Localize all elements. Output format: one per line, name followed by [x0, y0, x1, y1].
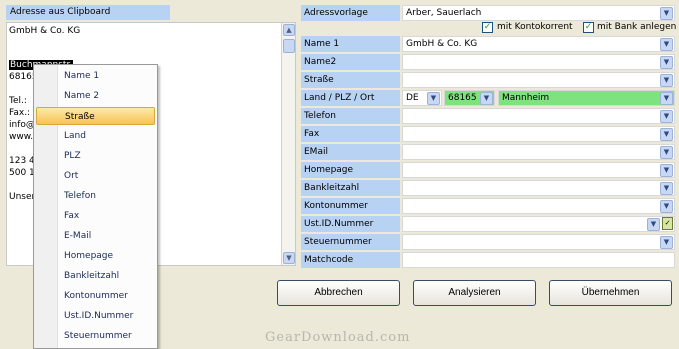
template-dropdown-icon[interactable]: ▼ — [660, 7, 673, 20]
menu-item-name1[interactable]: Name 1 — [36, 67, 155, 85]
scroll-down-icon[interactable]: ▼ — [283, 252, 295, 264]
dropdown-icon[interactable]: ▼ — [660, 200, 673, 213]
field-email[interactable] — [402, 144, 675, 160]
template-select[interactable]: Arber, Sauerlach — [402, 5, 675, 21]
ustid-check-icon[interactable]: ✓ — [662, 217, 673, 230]
apply-button[interactable]: Übernehmen — [549, 280, 672, 306]
label-telefon: Telefon — [301, 108, 400, 124]
label-homepage: Homepage — [301, 162, 400, 178]
bank-label: mit Bank anlegen — [597, 22, 677, 32]
label-matchcode: Matchcode — [301, 252, 400, 268]
label-steuernummer: Steuernummer — [301, 234, 400, 250]
label-name1: Name 1 — [301, 36, 400, 52]
field-bankleitzahl[interactable] — [402, 180, 675, 196]
watermark: GearDownload.com — [265, 330, 411, 345]
bank-checkbox[interactable]: ✓ — [583, 22, 594, 33]
field-matchcode[interactable] — [402, 252, 675, 268]
menu-item-plz[interactable]: PLZ — [36, 147, 155, 165]
land-dropdown-icon[interactable]: ▼ — [427, 92, 440, 105]
scroll-thumb[interactable] — [283, 39, 295, 53]
dropdown-icon[interactable]: ▼ — [660, 128, 673, 141]
clip-line: Fax.: — [9, 108, 31, 118]
field-steuernummer[interactable] — [402, 234, 675, 250]
field-kontonummer[interactable] — [402, 198, 675, 214]
dropdown-icon[interactable]: ▼ — [660, 146, 673, 159]
dropdown-icon[interactable]: ▼ — [660, 74, 673, 87]
menu-item-homepage[interactable]: Homepage — [36, 247, 155, 265]
clip-line: 123 4 — [9, 156, 35, 166]
menu-item-fax[interactable]: Fax — [36, 207, 155, 225]
cancel-button[interactable]: Abbrechen — [277, 280, 400, 306]
menu-item-name2[interactable]: Name 2 — [36, 87, 155, 105]
field-name1[interactable]: GmbH & Co. KG — [402, 36, 675, 52]
menu-item-ort[interactable]: Ort — [36, 167, 155, 185]
template-label: Adressvorlage — [301, 5, 400, 21]
clip-line: info@ — [9, 120, 35, 130]
menu-item-kontonummer[interactable]: Kontonummer — [36, 287, 155, 305]
dropdown-icon[interactable]: ▼ — [660, 164, 673, 177]
dropdown-icon[interactable]: ▼ — [660, 182, 673, 195]
field-ort[interactable]: Mannheim — [498, 90, 675, 106]
label-email: EMail — [301, 144, 400, 160]
plz-dropdown-icon[interactable]: ▼ — [480, 92, 493, 105]
label-strasse: Straße — [301, 72, 400, 88]
kontokorrent-label: mit Kontokorrent — [497, 22, 573, 32]
dropdown-icon[interactable]: ▼ — [660, 38, 673, 51]
clip-line: GmbH & Co. KG — [9, 26, 81, 36]
menu-item-strasse[interactable]: Straße — [36, 107, 155, 125]
dropdown-icon[interactable]: ▼ — [660, 56, 673, 69]
menu-item-ustid[interactable]: Ust.ID.Nummer — [36, 307, 155, 325]
ort-dropdown-icon[interactable]: ▼ — [660, 92, 673, 105]
field-telefon[interactable] — [402, 108, 675, 124]
label-ustid: Ust.ID.Nummer — [301, 216, 400, 232]
field-assign-context-menu: Name 1 Name 2 Straße Land PLZ Ort Telefo… — [33, 64, 158, 349]
analyze-button[interactable]: Analysieren — [413, 280, 536, 306]
label-land-plz-ort: Land / PLZ / Ort — [301, 90, 400, 106]
field-ustid[interactable] — [402, 216, 675, 232]
clip-line: 500 1 — [9, 168, 35, 178]
clip-line: Unser — [9, 192, 36, 202]
dropdown-icon[interactable]: ▼ — [660, 236, 673, 249]
kontokorrent-checkbox[interactable]: ✓ — [482, 22, 493, 33]
menu-item-email[interactable]: E-Mail — [36, 227, 155, 245]
menu-item-bankleitzahl[interactable]: Bankleitzahl — [36, 267, 155, 285]
field-name2[interactable] — [402, 54, 675, 70]
field-fax[interactable] — [402, 126, 675, 142]
field-strasse[interactable] — [402, 72, 675, 88]
dropdown-icon[interactable]: ▼ — [660, 110, 673, 123]
label-kontonummer: Kontonummer — [301, 198, 400, 214]
menu-item-telefon[interactable]: Telefon — [36, 187, 155, 205]
clip-line: www. — [9, 132, 34, 142]
menu-item-land[interactable]: Land — [36, 127, 155, 145]
menu-item-steuernummer[interactable]: Steuernummer — [36, 327, 155, 345]
label-bankleitzahl: Bankleitzahl — [301, 180, 400, 196]
field-homepage[interactable] — [402, 162, 675, 178]
label-fax: Fax — [301, 126, 400, 142]
clipboard-scrollbar[interactable]: ▲ ▼ — [281, 23, 295, 265]
dropdown-icon[interactable]: ▼ — [647, 218, 660, 231]
label-name2: Name2 — [301, 54, 400, 70]
clip-line: Tel.: — [9, 96, 27, 106]
scroll-up-icon[interactable]: ▲ — [283, 24, 295, 36]
clipboard-header: Adresse aus Clipboard — [6, 5, 170, 20]
